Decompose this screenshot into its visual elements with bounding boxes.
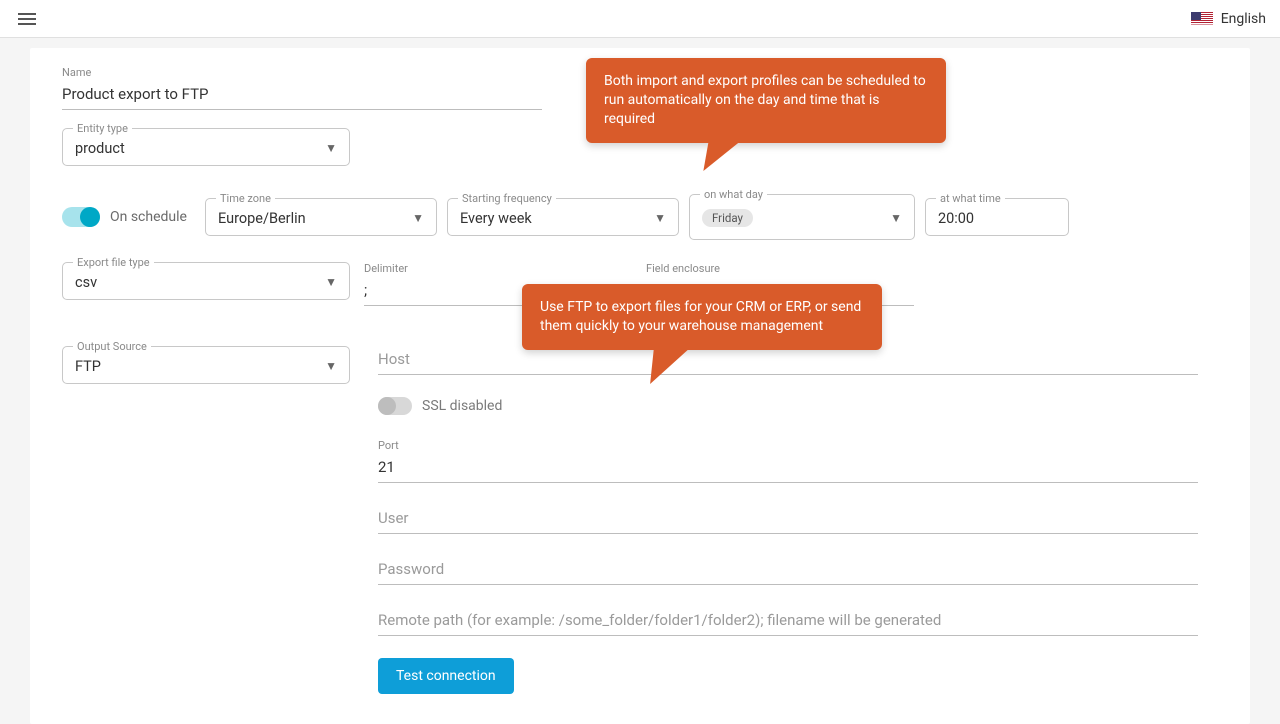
callout-tail-icon (703, 141, 740, 171)
output-row: Output Source FTP ▼ SSL disabled Port (62, 346, 1218, 694)
callout-text: Use FTP to export files for your CRM or … (540, 299, 861, 334)
filetype-value: csv (75, 274, 325, 291)
day-select[interactable]: on what day Friday ▼ (689, 194, 915, 240)
filetype-select[interactable]: Export file type csv ▼ (62, 262, 350, 300)
output-value: FTP (75, 358, 325, 375)
export-profile-card: Name Entity type product ▼ On schedule T… (30, 48, 1250, 724)
language-switcher[interactable]: English (1191, 11, 1266, 27)
callout-text: Both import and export profiles can be s… (604, 73, 926, 127)
ftp-port-input[interactable] (378, 454, 1198, 483)
day-label: on what day (700, 188, 767, 201)
frequency-label: Starting frequency (458, 192, 556, 205)
output-source-select[interactable]: Output Source FTP ▼ (62, 346, 350, 384)
flag-us-icon (1191, 12, 1213, 26)
chevron-down-icon: ▼ (325, 141, 337, 155)
entity-type-select[interactable]: Entity type product ▼ (62, 128, 350, 166)
test-connection-button[interactable]: Test connection (378, 658, 514, 694)
filetype-label: Export file type (73, 256, 154, 269)
topbar: English (0, 0, 1280, 38)
callout-tail-icon (650, 348, 690, 384)
timezone-value: Europe/Berlin (218, 210, 412, 227)
ssl-row: SSL disabled (378, 397, 1218, 415)
time-value: 20:00 (938, 210, 1056, 227)
output-label: Output Source (73, 340, 151, 353)
frequency-value: Every week (460, 210, 654, 227)
callout-ftp: Use FTP to export files for your CRM or … (522, 284, 882, 350)
ftp-user-input[interactable] (378, 505, 1198, 534)
port-label: Port (378, 439, 1198, 452)
chevron-down-icon: ▼ (412, 211, 424, 225)
schedule-row: On schedule Time zone Europe/Berlin ▼ St… (62, 194, 1218, 240)
language-label: English (1221, 11, 1266, 27)
chevron-down-icon: ▼ (325, 275, 337, 289)
schedule-toggle[interactable] (62, 207, 100, 227)
ssl-toggle[interactable] (378, 397, 412, 415)
entity-type-value: product (75, 140, 325, 157)
frequency-select[interactable]: Starting frequency Every week ▼ (447, 198, 679, 236)
chevron-down-icon: ▼ (325, 359, 337, 373)
schedule-toggle-label: On schedule (110, 209, 187, 225)
name-label: Name (62, 66, 542, 79)
time-input[interactable]: at what time 20:00 (925, 198, 1069, 236)
callout-schedule: Both import and export profiles can be s… (586, 58, 946, 143)
ftp-settings: SSL disabled Port Test connection (364, 346, 1218, 694)
chevron-down-icon: ▼ (890, 211, 902, 225)
entity-type-label: Entity type (73, 122, 132, 135)
enclosure-label: Field enclosure (646, 262, 914, 275)
delimiter-label: Delimiter (364, 262, 632, 275)
chevron-down-icon: ▼ (654, 211, 666, 225)
ssl-label: SSL disabled (422, 398, 502, 414)
time-label: at what time (936, 192, 1005, 205)
ftp-host-input[interactable] (378, 346, 1198, 375)
day-chip: Friday (702, 209, 753, 227)
name-input[interactable] (62, 81, 542, 110)
timezone-select[interactable]: Time zone Europe/Berlin ▼ (205, 198, 437, 236)
ftp-password-input[interactable] (378, 556, 1198, 585)
hamburger-icon[interactable] (14, 9, 40, 29)
ftp-remote-path-input[interactable] (378, 607, 1198, 636)
timezone-label: Time zone (216, 192, 275, 205)
